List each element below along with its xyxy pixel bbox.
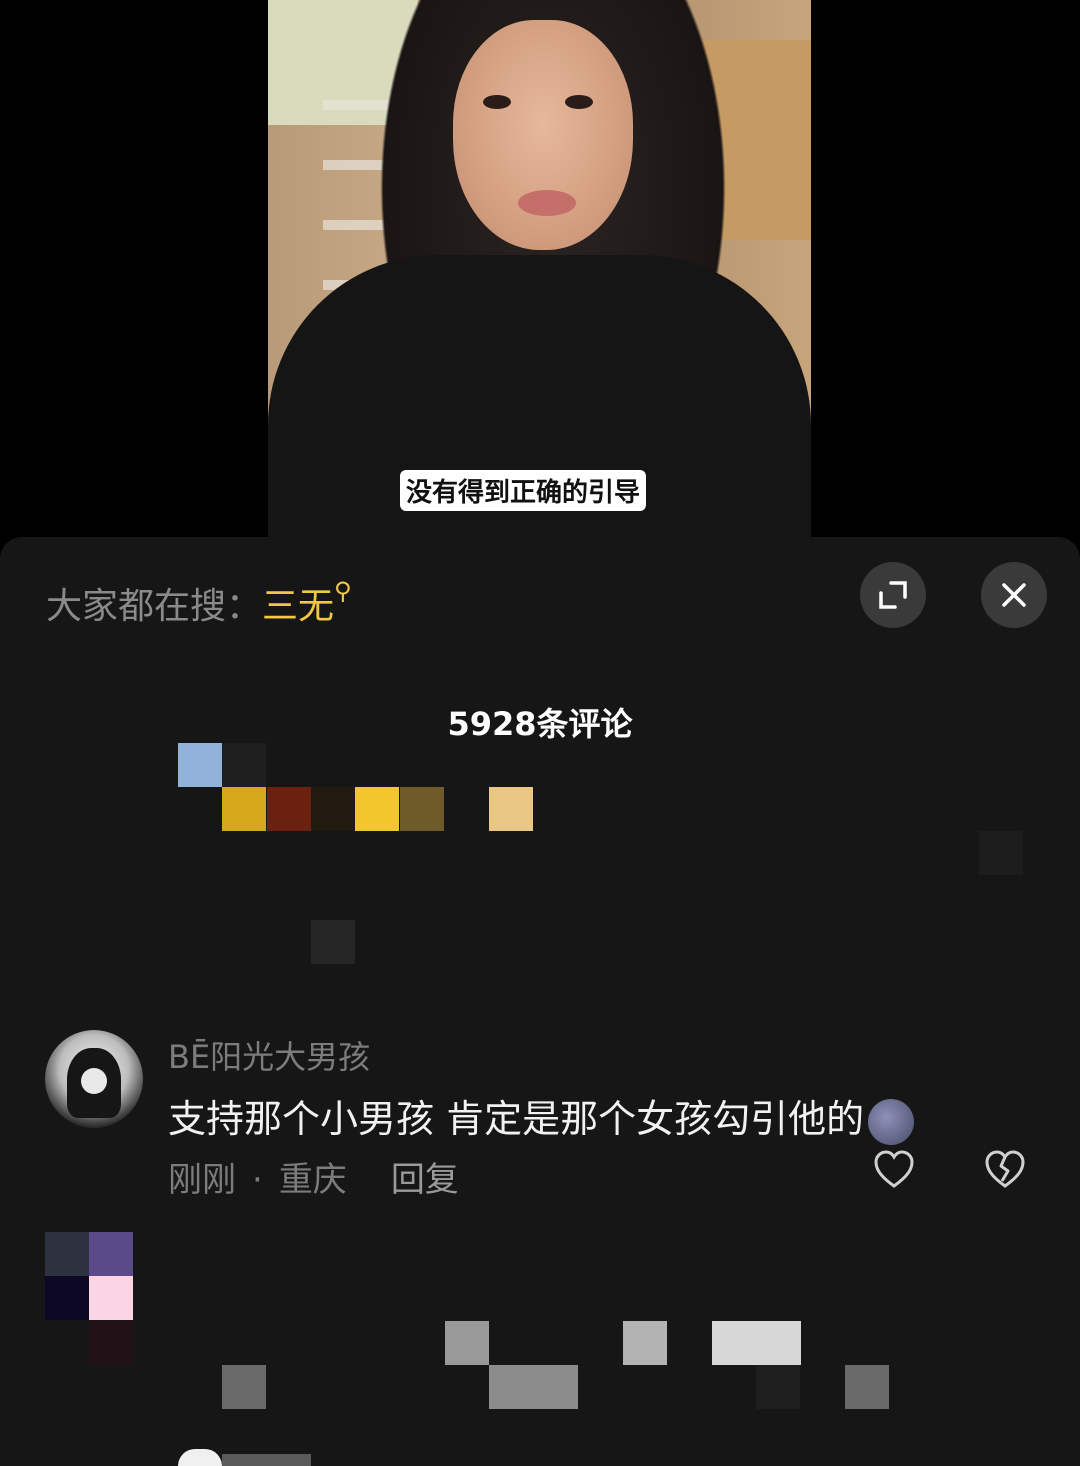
search-icon: ⚲: [334, 577, 352, 605]
comment-username[interactable]: BĒ阳光大男孩: [168, 1032, 370, 1078]
video-subtitle: 没有得到正确的引导: [400, 470, 647, 511]
broken-heart-icon[interactable]: [983, 1148, 1027, 1192]
heart-outline-icon[interactable]: [872, 1148, 916, 1192]
reply-button[interactable]: 回复: [391, 1160, 459, 1200]
comment-text-body: 支持那个小男孩 肯定是那个女孩勾引他的: [168, 1097, 865, 1141]
comment-time: 刚刚: [168, 1160, 236, 1200]
avatar[interactable]: [45, 1030, 143, 1128]
comment-location: 重庆: [278, 1160, 347, 1200]
comment-count: 5928条评论: [447, 705, 633, 743]
expand-icon: [879, 581, 907, 609]
avatar-face: [81, 1068, 107, 1094]
meta-separator: ·: [252, 1160, 263, 1200]
comment-meta: 刚刚 · 重庆 回复: [168, 1152, 459, 1201]
close-button[interactable]: [981, 562, 1047, 628]
video-player[interactable]: 没有得到正确的引导: [268, 0, 811, 537]
trending-search-prefix: 大家都在搜：: [46, 586, 263, 627]
comment-text: 支持那个小男孩 肯定是那个女孩勾引他的: [168, 1088, 915, 1145]
video-person-eye: [565, 95, 593, 109]
comment-sheet: 大家都在搜：三无⚲ 5928条评论 BĒ阳光大男孩 支持那个小男孩 肯定是那个女…: [0, 537, 1080, 1466]
trending-search-keyword[interactable]: 三无: [262, 586, 334, 627]
close-icon: [1002, 583, 1026, 607]
new-moon-face-icon: [868, 1098, 915, 1145]
video-person-mouth: [518, 190, 576, 216]
expand-button[interactable]: [860, 562, 926, 628]
comment-item[interactable]: BĒ阳光大男孩 支持那个小男孩 肯定是那个女孩勾引他的 刚刚 · 重庆 回复: [0, 1030, 1080, 1200]
trending-search[interactable]: 大家都在搜：三无⚲: [46, 577, 352, 629]
video-person-eye: [483, 95, 511, 109]
